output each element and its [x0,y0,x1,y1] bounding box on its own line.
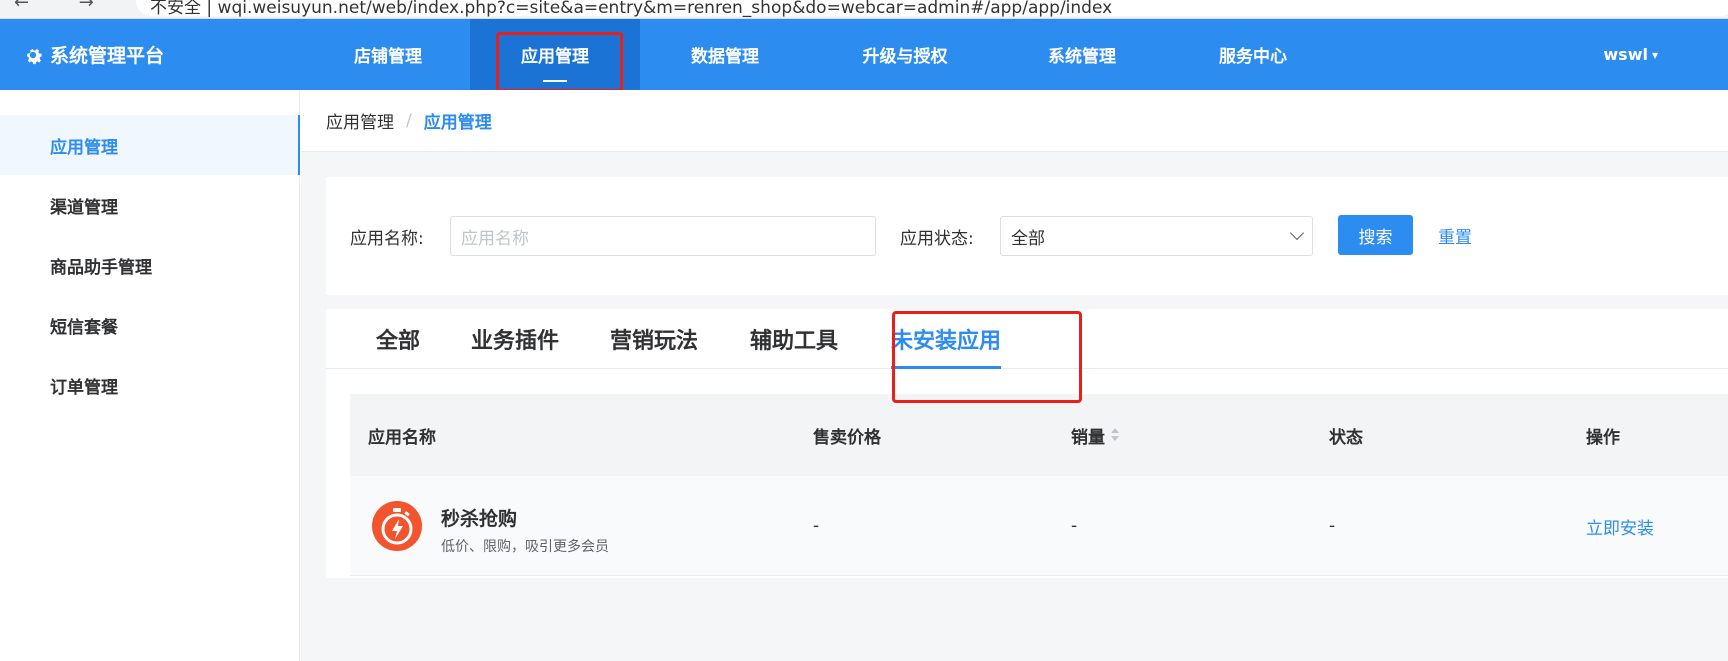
sidebar-item-goods-assistant[interactable]: 商品助手管理 [0,235,300,295]
gear-icon [27,48,42,64]
chevron-down-icon: ▾ [1651,47,1658,62]
sidebar-item-channel-management[interactable]: 渠道管理 [0,175,300,235]
col-price: 售卖价格 [813,427,881,448]
main-content: 应用管理 / 应用管理 应用名称: 应用名称 应用状态: 全部 搜索 重置 全部… [301,90,1728,661]
filter-card: 应用名称: 应用名称 应用状态: 全部 搜索 重置 [326,177,1728,295]
install-now-link[interactable]: 立即安装 [1586,476,1654,576]
reset-link[interactable]: 重置 [1438,215,1472,255]
sidebar-item-app-management[interactable]: 应用管理 [0,115,300,175]
app-status-select[interactable]: 全部 [1000,216,1313,256]
topnav-upgrade[interactable]: 升级与授权 [830,19,980,90]
brand[interactable]: 系统管理平台 [22,19,164,90]
search-button[interactable]: 搜索 [1338,215,1413,255]
col-app-name: 应用名称 [368,427,436,448]
topnav-system[interactable]: 系统管理 [1012,19,1152,90]
chevron-down-icon [1289,225,1305,241]
app-sales: - [1071,516,1078,536]
address-url[interactable]: 不安全 | wqi.weisuyun.net/web/index.php?c=s… [150,0,1112,18]
topnav-shop[interactable]: 店铺管理 [318,19,458,90]
topnav-data[interactable]: 数据管理 [655,19,795,90]
top-header: 系统管理平台 店铺管理 应用管理 数据管理 升级与授权 系统管理 服务中心 ws… [0,19,1728,90]
col-action: 操作 [1586,427,1620,448]
install-now-label: 立即安装 [1586,518,1654,539]
app-name-placeholder: 应用名称 [461,228,529,249]
breadcrumb-parent[interactable]: 应用管理 [326,108,394,133]
col-status: 状态 [1329,427,1363,448]
app-status: - [1329,516,1336,536]
stopwatch-lightning-icon [372,501,422,551]
brand-title: 系统管理平台 [50,45,165,67]
breadcrumb: 应用管理 / 应用管理 [301,90,1728,152]
username: wswl [1603,45,1648,64]
sidebar: 应用管理 渠道管理 商品助手管理 短信套餐 订单管理 [0,90,300,661]
app-status-value: 全部 [1011,228,1045,249]
sidebar-item-sms-package[interactable]: 短信套餐 [0,295,300,355]
tab-uninstalled[interactable]: 未安装应用 [891,309,1002,369]
tab-business-plugins[interactable]: 业务插件 [471,309,559,369]
app-name-label: 应用名称: [350,228,424,249]
table-row: 秒杀抢购 低价、限购，吸引更多会员 - - - 立即安装 [350,476,1728,576]
user-menu[interactable]: wswl ▾ [1603,19,1658,90]
browser-toolbar: ← → ↻ 不安全 | wqi.weisuyun.net/web/index.p… [0,0,1728,19]
app-status-label: 应用状态: [900,228,974,249]
tab-bar: 全部 业务插件 营销玩法 辅助工具 未安装应用 [326,309,1728,369]
app-description: 低价、限购，吸引更多会员 [441,539,609,555]
tab-marketing[interactable]: 营销玩法 [610,309,698,369]
breadcrumb-separator: / [406,110,412,131]
app-name: 秒杀抢购 [441,508,518,530]
breadcrumb-current: 应用管理 [423,113,492,133]
topnav-service[interactable]: 服务中心 [1183,19,1323,90]
sidebar-item-order-management[interactable]: 订单管理 [0,355,300,415]
tab-tools[interactable]: 辅助工具 [750,309,838,369]
app-name-input[interactable]: 应用名称 [450,216,876,256]
col-sales[interactable]: 销量 [1071,394,1119,476]
sort-icon[interactable] [1111,428,1119,442]
app-price: - [813,516,820,536]
col-sales-label: 销量 [1071,427,1105,448]
tab-all[interactable]: 全部 [376,309,420,369]
topnav-app[interactable]: 应用管理 [470,19,640,90]
table-header: 应用名称 售卖价格 销量 状态 操作 [350,394,1728,476]
app-table-card: 全部 业务插件 营销玩法 辅助工具 未安装应用 应用名称 售卖价格 销量 状态 … [326,309,1728,578]
